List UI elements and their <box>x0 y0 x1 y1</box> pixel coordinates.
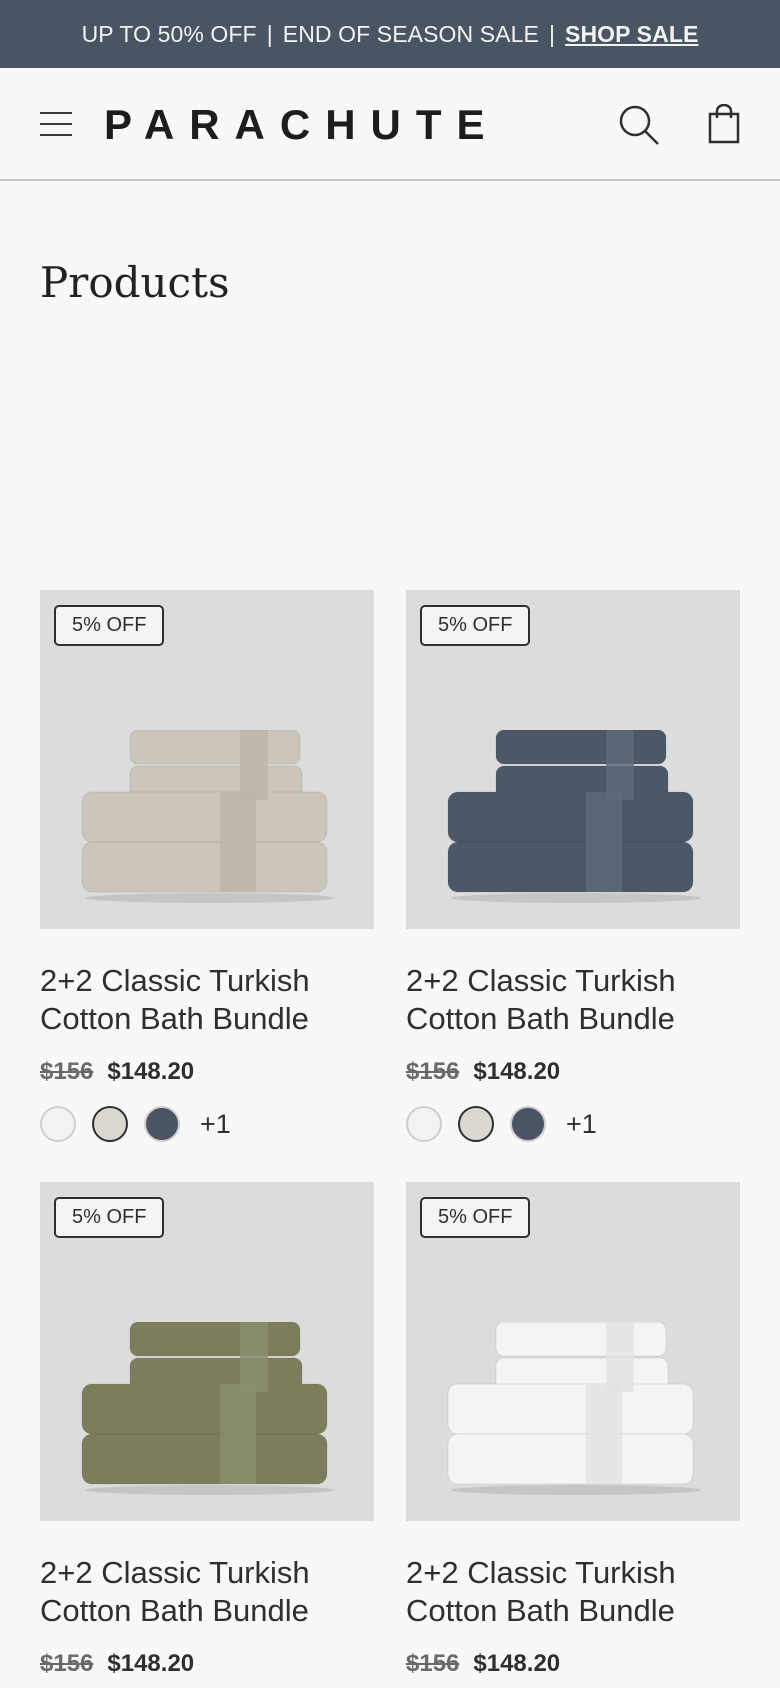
product-card[interactable]: 5% OFF 2+2 Classic Turkish Cotton Bath Bu… <box>40 590 374 1142</box>
original-price: $156 <box>406 1650 460 1677</box>
site-header: PARACHUTE <box>0 68 780 181</box>
original-price: $156 <box>40 1650 94 1677</box>
sale-price: $148.20 <box>473 1058 561 1085</box>
product-name[interactable]: 2+2 Classic Turkish Cotton Bath Bundle <box>40 962 374 1038</box>
product-price: $156 $148.20 <box>406 1058 740 1086</box>
shop-sale-link[interactable]: SHOP SALE <box>565 21 698 48</box>
sale-price: $148.20 <box>107 1058 195 1085</box>
towel-stack-image <box>447 730 701 903</box>
product-card[interactable]: 5% OFF 2+2 Classic Turkish Cotton Bath Bu… <box>406 1182 740 1678</box>
promo-separator: | <box>266 20 273 47</box>
promo-text-discount: UP TO 50% OFF <box>81 20 257 47</box>
promo-separator: | <box>548 20 556 47</box>
color-swatch[interactable] <box>144 1106 180 1142</box>
sale-price: $148.20 <box>473 1650 561 1677</box>
product-card[interactable]: 5% OFF 2+2 Classic Turkish Cotton Bath Bu… <box>40 1182 374 1678</box>
discount-badge: 5% OFF <box>54 1197 165 1238</box>
product-card[interactable]: 5% OFF 2+2 Classic Turkish Cotton Bath Bu… <box>406 590 740 1142</box>
product-image[interactable]: 5% OFF <box>40 1182 374 1521</box>
towel-stack-image <box>447 1322 701 1495</box>
sale-price: $148.20 <box>107 1650 195 1677</box>
product-price: $156 $148.20 <box>406 1650 740 1678</box>
bag-icon[interactable] <box>708 104 740 144</box>
color-swatch[interactable] <box>92 1106 128 1142</box>
original-price: $156 <box>40 1058 94 1085</box>
product-name[interactable]: 2+2 Classic Turkish Cotton Bath Bundle <box>406 962 740 1038</box>
product-price: $156 $148.20 <box>40 1058 374 1086</box>
promo-text-sale: END OF SEASON SALE <box>282 20 539 47</box>
search-icon[interactable] <box>618 104 660 146</box>
towel-stack-image <box>81 730 335 903</box>
towel-stack-image <box>81 1322 335 1495</box>
product-image[interactable]: 5% OFF <box>406 1182 740 1521</box>
product-name[interactable]: 2+2 Classic Turkish Cotton Bath Bundle <box>406 1554 740 1630</box>
menu-icon[interactable] <box>40 112 72 136</box>
discount-badge: 5% OFF <box>420 605 531 646</box>
discount-badge: 5% OFF <box>54 605 165 646</box>
brand-logo[interactable]: PARACHUTE <box>104 100 500 150</box>
product-image[interactable]: 5% OFF <box>40 590 374 929</box>
page-title: Products <box>40 258 230 307</box>
more-colors-count[interactable]: +1 <box>200 1109 231 1140</box>
product-name[interactable]: 2+2 Classic Turkish Cotton Bath Bundle <box>40 1554 374 1630</box>
original-price: $156 <box>406 1058 460 1085</box>
color-swatch[interactable] <box>510 1106 546 1142</box>
color-swatches: +1 <box>406 1106 740 1142</box>
promo-banner: UP TO 50% OFF | END OF SEASON SALE | SHO… <box>0 0 780 68</box>
color-swatch[interactable] <box>40 1106 76 1142</box>
color-swatch[interactable] <box>458 1106 494 1142</box>
more-colors-count[interactable]: +1 <box>566 1109 597 1140</box>
color-swatches: +1 <box>40 1106 374 1142</box>
product-image[interactable]: 5% OFF <box>406 590 740 929</box>
product-price: $156 $148.20 <box>40 1650 374 1678</box>
color-swatch[interactable] <box>406 1106 442 1142</box>
discount-badge: 5% OFF <box>420 1197 531 1238</box>
